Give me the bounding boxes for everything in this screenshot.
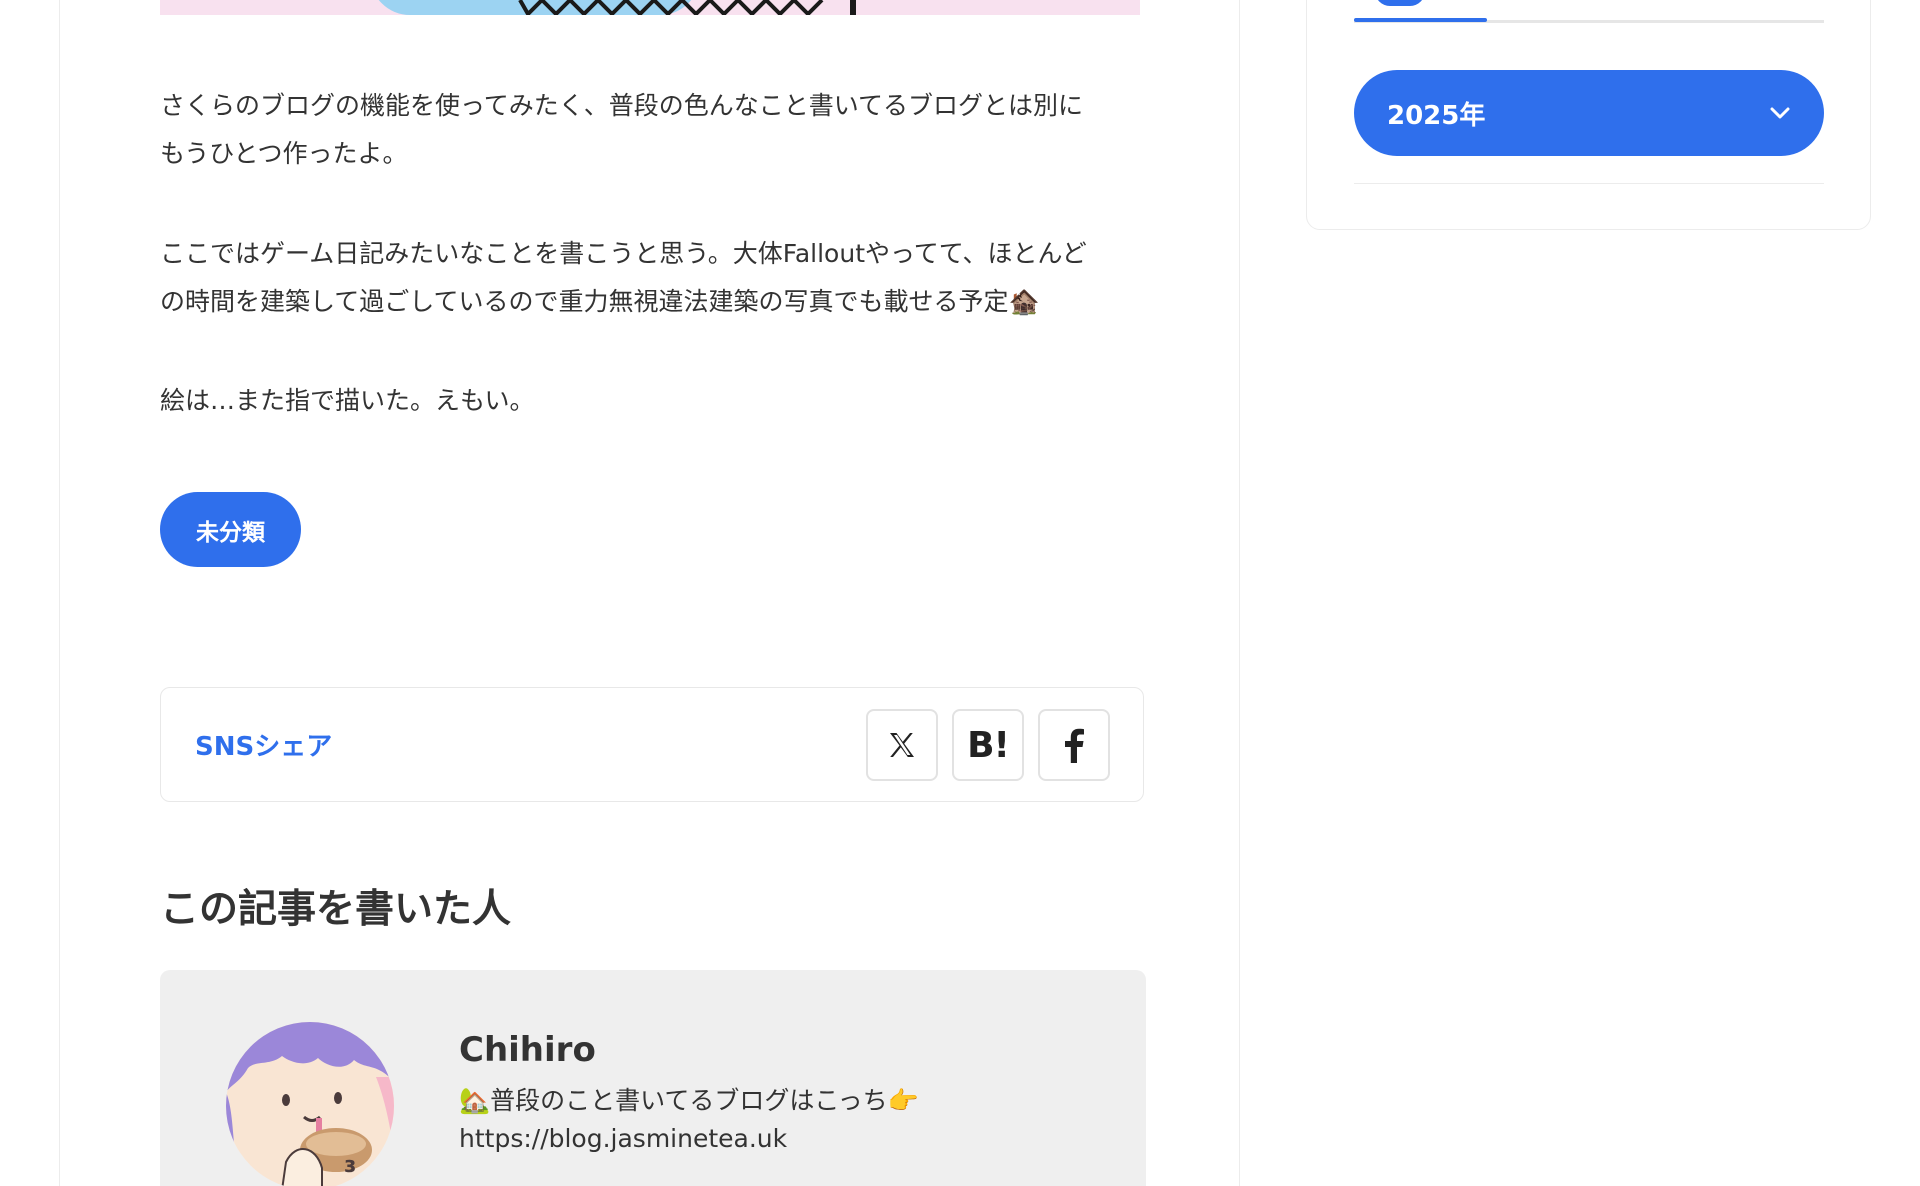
svg-text:ɜ: ɜ — [344, 1153, 356, 1178]
sidebar-archive-widget: 2025年 — [1306, 0, 1871, 230]
archive-year-select[interactable]: 2025年 — [1354, 70, 1824, 156]
archive-year-value: 2025年 — [1387, 100, 1486, 131]
tab-active-indicator[interactable] — [1354, 18, 1487, 22]
facebook-icon — [1065, 728, 1084, 763]
share-facebook-button[interactable] — [1038, 709, 1110, 781]
paragraph-line: 絵は…また指で描いた。えもい。 — [160, 386, 535, 415]
category-tag-button[interactable]: 未分類 — [160, 492, 301, 567]
article-paragraph-3: 絵は…また指で描いた。えもい。 — [160, 377, 1150, 425]
sidebar-divider — [1354, 183, 1824, 184]
avatar-illustration: ɜ — [226, 1022, 394, 1186]
sns-share-label: SNSシェア — [195, 732, 333, 762]
x-icon — [890, 733, 914, 757]
share-x-button[interactable] — [866, 709, 938, 781]
article-paragraph-2: ここではゲーム日記みたいなことを書こうと思う。大体Falloutやってて、ほとん… — [160, 230, 1150, 326]
paragraph-line: ここではゲーム日記みたいなことを書こうと思う。大体Falloutやってて、ほとん… — [160, 239, 1087, 268]
author-blog-link[interactable]: https://blog.jasminetea.uk — [459, 1124, 787, 1153]
page: さくらのブログの機能を使ってみたく、普段の色んなこと書いてるブログとは別に もう… — [0, 0, 1920, 1186]
author-name: Chihiro — [459, 1030, 596, 1070]
article-paragraph-1: さくらのブログの機能を使ってみたく、普段の色んなこと書いてるブログとは別に もう… — [160, 82, 1150, 178]
paragraph-line: の時間を建築して過ごしているので重力無視違法建築の写真でも載せる予定🏚️ — [160, 287, 1040, 316]
author-bio: 🏡普段のこと書いてるブログはこっち👉 https://blog.jasminet… — [459, 1082, 919, 1158]
eyecatch-illustration — [518, 0, 856, 15]
author-box: ɜ Chihiro 🏡普段のこと書いてるブログはこっち👉 https://blo… — [160, 970, 1146, 1186]
author-bio-text: 🏡普段のこと書いてるブログはこっち👉 — [459, 1086, 919, 1115]
tab-active-marker — [1375, 0, 1425, 6]
author-avatar: ɜ — [226, 1022, 394, 1186]
sns-share-box: SNSシェア B! — [160, 687, 1144, 802]
hatena-bookmark-icon: B! — [967, 724, 1010, 766]
share-hatena-button[interactable]: B! — [952, 709, 1024, 781]
paragraph-line: さくらのブログの機能を使ってみたく、普段の色んなこと書いてるブログとは別に — [160, 91, 1084, 120]
author-section-heading: この記事を書いた人 — [160, 887, 512, 932]
chevron-down-icon — [1770, 107, 1790, 119]
paragraph-line: もうひとつ作ったよ。 — [160, 139, 408, 168]
eyecatch-image — [160, 0, 1140, 15]
